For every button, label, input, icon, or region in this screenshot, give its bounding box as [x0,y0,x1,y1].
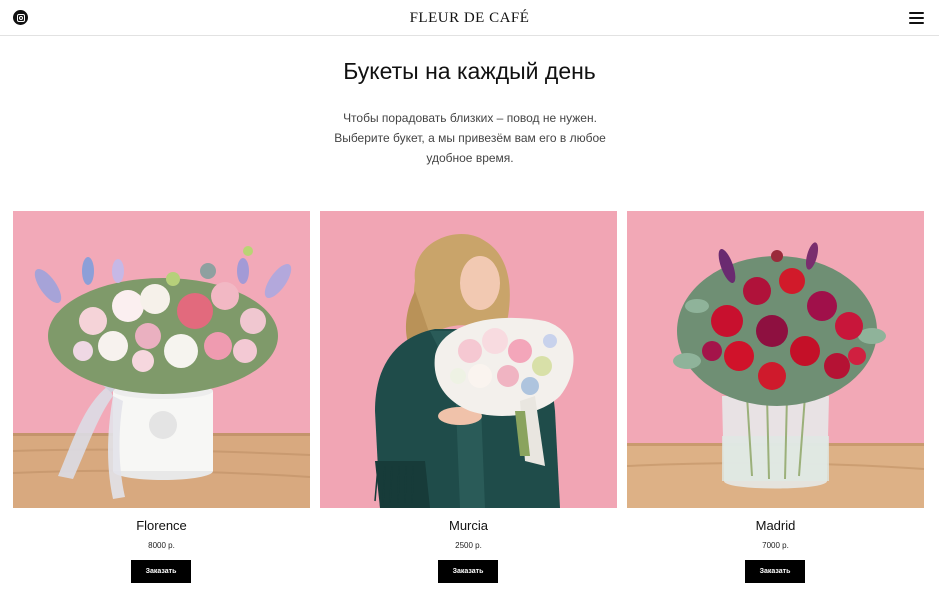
order-button[interactable]: Заказать [438,560,498,583]
product-photo-murcia[interactable] [320,211,617,508]
product-name[interactable]: Madrid [627,518,924,533]
product-photo-madrid[interactable] [627,211,924,508]
product-card-murcia: Murcia 2500 р. Заказать [320,211,617,591]
product-card-florence: Florence 8000 р. Заказать [13,211,310,591]
order-button[interactable]: Заказать [131,560,191,583]
intro-line: удобное время. [426,151,514,165]
intro-text: Чтобы порадовать близких – повод не нуже… [320,108,620,168]
hamburger-menu-icon[interactable] [909,12,924,24]
product-name[interactable]: Florence [13,518,310,533]
product-price: 8000 р. [148,541,175,550]
site-header: FLEUR DE CAFÉ [0,0,939,36]
site-logo[interactable]: FLEUR DE CAFÉ [0,10,939,27]
product-price: 2500 р. [455,541,482,550]
intro-line: Чтобы порадовать близких – повод не нуже… [343,111,597,125]
product-name[interactable]: Murcia [320,518,617,533]
page-title: Букеты на каждый день [343,58,596,84]
product-price: 7000 р. [762,541,789,550]
product-card-madrid: Madrid 7000 р. Заказать [627,211,924,591]
product-photo-florence[interactable] [13,211,310,508]
order-button[interactable]: Заказать [745,560,805,583]
intro-line: Выберите букет, а мы привезём вам его в … [334,131,606,145]
